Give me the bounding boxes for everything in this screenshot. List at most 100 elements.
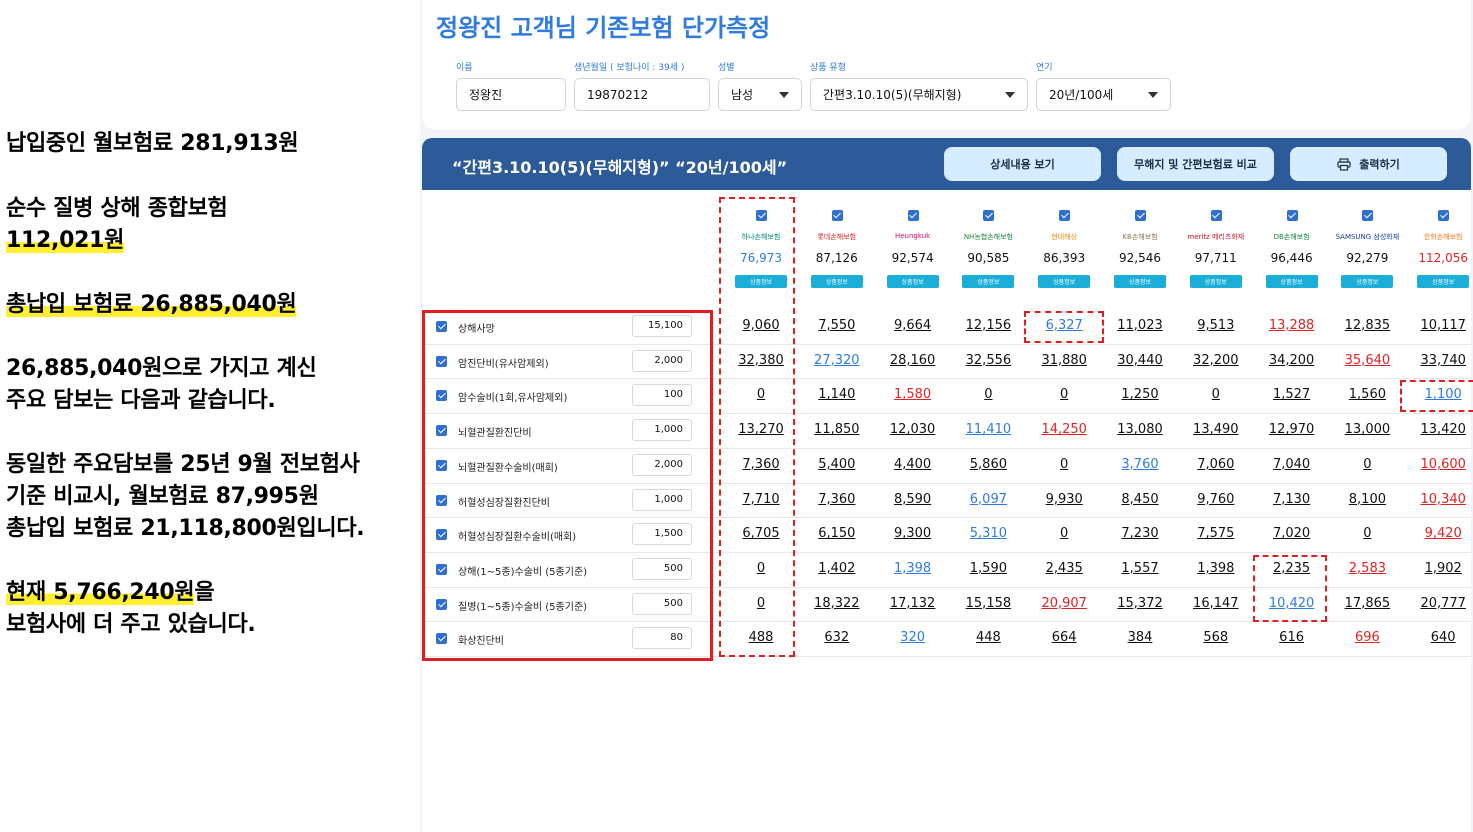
premium-cell[interactable]: 12,030 xyxy=(878,422,948,437)
premium-cell[interactable]: 35,640 xyxy=(1332,353,1402,368)
premium-cell[interactable]: 10,340 xyxy=(1408,492,1473,507)
insurer-checkbox[interactable] xyxy=(1210,210,1222,221)
premium-cell[interactable]: 0 xyxy=(1181,387,1251,402)
premium-cell[interactable]: 15,158 xyxy=(953,596,1023,611)
product-info-button[interactable]: 상품정보 xyxy=(886,275,939,288)
premium-cell[interactable]: 384 xyxy=(1105,630,1175,645)
premium-cell[interactable]: 448 xyxy=(953,630,1023,645)
premium-cell[interactable]: 30,440 xyxy=(1105,353,1175,368)
product-info-button[interactable]: 상품정보 xyxy=(1265,275,1318,288)
premium-cell[interactable]: 7,040 xyxy=(1257,457,1327,472)
premium-cell[interactable]: 13,288 xyxy=(1257,318,1327,333)
premium-cell[interactable]: 20,777 xyxy=(1408,596,1473,611)
premium-cell[interactable]: 12,970 xyxy=(1257,422,1327,437)
premium-cell[interactable]: 16,147 xyxy=(1181,596,1251,611)
premium-cell[interactable]: 0 xyxy=(1332,457,1402,472)
premium-cell[interactable]: 7,550 xyxy=(802,318,872,333)
product-info-button[interactable]: 상품정보 xyxy=(962,275,1015,288)
premium-cell[interactable]: 7,575 xyxy=(1181,526,1251,541)
premium-cell[interactable]: 4,400 xyxy=(878,457,948,472)
premium-cell[interactable]: 14,250 xyxy=(1029,422,1099,437)
premium-cell[interactable]: 1,557 xyxy=(1105,561,1175,576)
premium-cell[interactable]: 5,400 xyxy=(802,457,872,472)
premium-cell[interactable]: 1,398 xyxy=(878,561,948,576)
premium-cell[interactable]: 1,560 xyxy=(1332,387,1402,402)
premium-cell[interactable]: 1,902 xyxy=(1408,561,1473,576)
premium-cell[interactable]: 9,300 xyxy=(878,526,948,541)
premium-cell[interactable]: 31,880 xyxy=(1029,353,1099,368)
premium-cell[interactable]: 2,435 xyxy=(1029,561,1099,576)
premium-cell[interactable]: 34,200 xyxy=(1257,353,1327,368)
premium-cell[interactable]: 20,907 xyxy=(1029,596,1099,611)
premium-cell[interactable]: 9,930 xyxy=(1029,492,1099,507)
premium-cell[interactable]: 18,322 xyxy=(802,596,872,611)
premium-cell[interactable]: 320 xyxy=(878,630,948,645)
product-info-button[interactable]: 상품정보 xyxy=(1417,275,1470,288)
premium-cell[interactable]: 27,320 xyxy=(802,353,872,368)
premium-cell[interactable]: 568 xyxy=(1181,630,1251,645)
premium-cell[interactable]: 13,080 xyxy=(1105,422,1175,437)
premium-cell[interactable]: 5,310 xyxy=(953,526,1023,541)
premium-cell[interactable]: 1,402 xyxy=(802,561,872,576)
premium-cell[interactable]: 15,372 xyxy=(1105,596,1175,611)
premium-cell[interactable]: 9,513 xyxy=(1181,318,1251,333)
premium-cell[interactable]: 1,590 xyxy=(953,561,1023,576)
premium-cell[interactable]: 7,360 xyxy=(802,492,872,507)
insurer-checkbox[interactable] xyxy=(1286,210,1298,221)
premium-cell[interactable]: 1,140 xyxy=(802,387,872,402)
premium-cell[interactable]: 7,230 xyxy=(1105,526,1175,541)
premium-cell[interactable]: 5,860 xyxy=(953,457,1023,472)
premium-cell[interactable]: 8,100 xyxy=(1332,492,1402,507)
premium-cell[interactable]: 12,156 xyxy=(953,318,1023,333)
premium-cell[interactable]: 10,600 xyxy=(1408,457,1473,472)
premium-cell[interactable]: 616 xyxy=(1257,630,1327,645)
premium-cell[interactable]: 13,420 xyxy=(1408,422,1473,437)
premium-cell[interactable]: 17,132 xyxy=(878,596,948,611)
premium-cell[interactable]: 0 xyxy=(1332,526,1402,541)
print-button[interactable]: 출력하기 xyxy=(1290,147,1447,181)
premium-cell[interactable]: 7,130 xyxy=(1257,492,1327,507)
premium-cell[interactable]: 9,420 xyxy=(1408,526,1473,541)
premium-cell[interactable]: 1,398 xyxy=(1181,561,1251,576)
premium-cell[interactable]: 9,664 xyxy=(878,318,948,333)
premium-cell[interactable]: 9,760 xyxy=(1181,492,1251,507)
insurer-checkbox[interactable] xyxy=(1362,210,1374,221)
product-info-button[interactable]: 상품정보 xyxy=(1189,275,1242,288)
premium-cell[interactable]: 1,250 xyxy=(1105,387,1175,402)
premium-cell[interactable]: 696 xyxy=(1332,630,1402,645)
premium-cell[interactable]: 0 xyxy=(1029,457,1099,472)
premium-cell[interactable]: 12,835 xyxy=(1332,318,1402,333)
gender-select[interactable]: 남성 xyxy=(718,78,802,111)
premium-cell[interactable]: 7,060 xyxy=(1181,457,1251,472)
premium-cell[interactable]: 6,150 xyxy=(802,526,872,541)
premium-cell[interactable]: 3,760 xyxy=(1105,457,1175,472)
premium-cell[interactable]: 11,850 xyxy=(802,422,872,437)
product-info-button[interactable]: 상품정보 xyxy=(810,275,863,288)
compare-button[interactable]: 무해지 및 간편보험료 비교 xyxy=(1117,147,1274,181)
premium-cell[interactable]: 2,583 xyxy=(1332,561,1402,576)
premium-cell[interactable]: 7,020 xyxy=(1257,526,1327,541)
insurer-checkbox[interactable] xyxy=(831,210,843,221)
premium-cell[interactable]: 8,450 xyxy=(1105,492,1175,507)
premium-cell[interactable]: 11,410 xyxy=(953,422,1023,437)
premium-cell[interactable]: 13,490 xyxy=(1181,422,1251,437)
premium-cell[interactable]: 6,097 xyxy=(953,492,1023,507)
premium-cell[interactable]: 664 xyxy=(1029,630,1099,645)
premium-cell[interactable]: 0 xyxy=(953,387,1023,402)
premium-cell[interactable]: 32,200 xyxy=(1181,353,1251,368)
detail-button[interactable]: 상세내용 보기 xyxy=(944,147,1101,181)
premium-cell[interactable]: 11,023 xyxy=(1105,318,1175,333)
product-info-button[interactable]: 상품정보 xyxy=(1038,275,1091,288)
premium-cell[interactable]: 0 xyxy=(1029,387,1099,402)
product-info-button[interactable]: 상품정보 xyxy=(1114,275,1166,288)
premium-cell[interactable]: 10,117 xyxy=(1408,318,1473,333)
premium-cell[interactable]: 32,556 xyxy=(953,353,1023,368)
premium-cell[interactable]: 0 xyxy=(1029,526,1099,541)
insurer-checkbox[interactable] xyxy=(983,210,995,221)
product-info-button[interactable]: 상품정보 xyxy=(1341,275,1394,288)
premium-cell[interactable]: 1,580 xyxy=(878,387,948,402)
name-field[interactable]: 정왕진 xyxy=(456,78,566,111)
premium-cell[interactable]: 33,740 xyxy=(1408,353,1473,368)
insurer-checkbox[interactable] xyxy=(1059,210,1071,221)
insurer-checkbox[interactable] xyxy=(1135,210,1146,221)
